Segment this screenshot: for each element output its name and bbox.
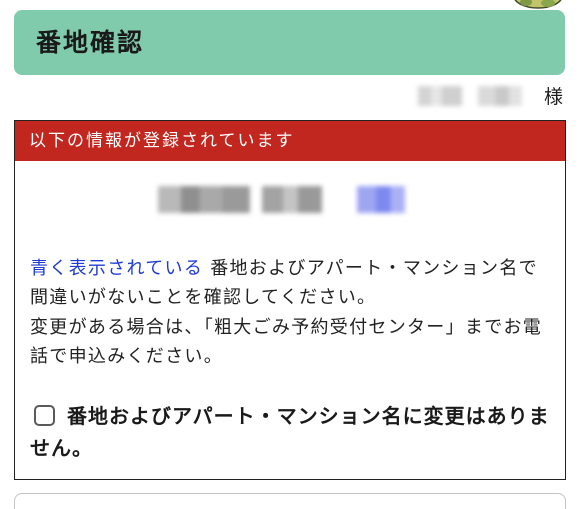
registered-address-highlight-redacted (357, 186, 405, 213)
next-panel (14, 493, 566, 509)
recipient-name-redacted (418, 86, 462, 106)
registered-info-heading: 以下の情報が登録されています (15, 121, 565, 161)
page-title: 番地確認 (36, 28, 145, 57)
highlight-text: 青く表示されている (30, 258, 204, 279)
no-change-checkbox[interactable] (34, 405, 55, 426)
mascot-image (514, 0, 562, 9)
registered-address-redacted (262, 186, 322, 213)
instructions-sentence-2: 変更がある場合は、「粗大ごみ予約受付センター」までお電話で申込みください。 (30, 316, 543, 368)
recipient-honorific: 様 (544, 86, 564, 108)
page-header: 番地確認 (14, 10, 565, 75)
no-change-confirmation[interactable]: 番地およびアパート・マンション名に変更はありません。 (30, 400, 552, 464)
registered-address-redacted (158, 186, 250, 213)
no-change-label[interactable]: 番地およびアパート・マンション名に変更はありません。 (30, 404, 550, 460)
recipient-name-redacted (478, 86, 522, 106)
instructions-sentence-1: 青く表示されている 番地およびアパート・マンション名で間違いがないことを確認して… (30, 254, 544, 313)
instructions-text: 青く表示されている 番地およびアパート・マンション名で間違いがないことを確認して… (30, 254, 544, 372)
